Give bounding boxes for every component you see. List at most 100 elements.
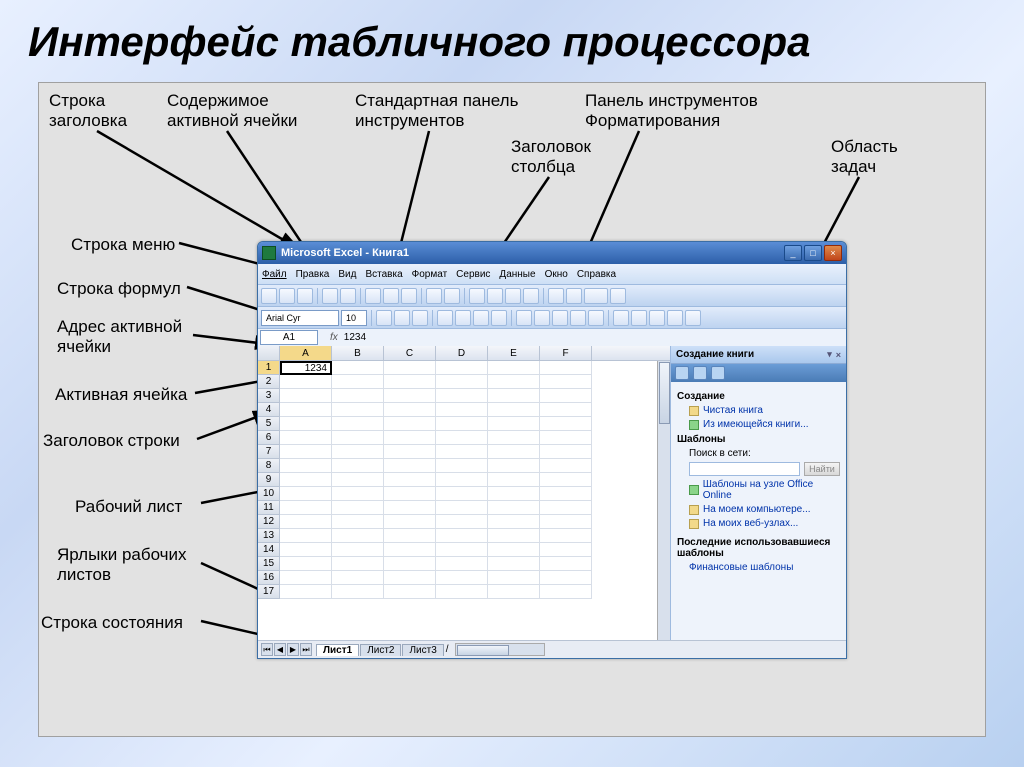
cell[interactable]	[436, 431, 488, 445]
font-color-icon[interactable]	[685, 310, 701, 326]
cell[interactable]	[280, 487, 332, 501]
cell[interactable]	[540, 431, 592, 445]
row-header[interactable]: 14	[258, 543, 280, 557]
cell[interactable]	[488, 501, 540, 515]
font-name-box[interactable]: Arial Cyr	[261, 310, 339, 326]
row-header[interactable]: 8	[258, 459, 280, 473]
tp-link-on-computer[interactable]: На моем компьютере...	[689, 504, 840, 515]
row-header[interactable]: 16	[258, 571, 280, 585]
vertical-scrollbar[interactable]	[657, 361, 670, 640]
cell[interactable]	[332, 403, 384, 417]
cell[interactable]	[540, 515, 592, 529]
cell[interactable]	[488, 571, 540, 585]
inc-decimal-icon[interactable]	[570, 310, 586, 326]
cell[interactable]	[384, 417, 436, 431]
row-header[interactable]: 2	[258, 375, 280, 389]
cell[interactable]	[540, 543, 592, 557]
cell[interactable]	[332, 459, 384, 473]
font-size-box[interactable]: 10	[341, 310, 367, 326]
taskpane-dropdown-icon[interactable]: ▾	[827, 349, 832, 360]
chart-icon[interactable]	[548, 288, 564, 304]
cell[interactable]	[384, 445, 436, 459]
cell[interactable]	[488, 445, 540, 459]
cell[interactable]	[540, 361, 592, 375]
menu-tools[interactable]: Сервис	[456, 269, 490, 280]
tab-last-icon[interactable]: ⏭	[300, 643, 312, 656]
cell[interactable]	[332, 473, 384, 487]
task-pane-header[interactable]: Создание книги ▾ ×	[671, 346, 846, 364]
tp-search-input[interactable]	[689, 462, 800, 476]
cell[interactable]	[332, 529, 384, 543]
percent-icon[interactable]	[534, 310, 550, 326]
cell[interactable]	[436, 445, 488, 459]
new-icon[interactable]	[261, 288, 277, 304]
cell[interactable]	[280, 501, 332, 515]
cell[interactable]	[384, 459, 436, 473]
cell[interactable]	[384, 515, 436, 529]
sheet-tab-1[interactable]: Лист1	[316, 644, 359, 656]
underline-icon[interactable]	[412, 310, 428, 326]
undo-icon[interactable]	[426, 288, 442, 304]
cell[interactable]	[488, 543, 540, 557]
inc-indent-icon[interactable]	[631, 310, 647, 326]
row-header[interactable]: 4	[258, 403, 280, 417]
title-bar[interactable]: Microsoft Excel - Книга1 _ □ ×	[258, 242, 846, 264]
sort-desc-icon[interactable]	[523, 288, 539, 304]
cell[interactable]	[540, 585, 592, 599]
cell[interactable]	[436, 389, 488, 403]
copy-icon[interactable]	[383, 288, 399, 304]
menu-view[interactable]: Вид	[338, 269, 356, 280]
cell[interactable]	[280, 403, 332, 417]
cell[interactable]	[332, 389, 384, 403]
nav-back-icon[interactable]	[675, 366, 689, 380]
cell[interactable]	[280, 445, 332, 459]
cell[interactable]	[436, 361, 488, 375]
cell[interactable]	[280, 431, 332, 445]
cell[interactable]	[332, 543, 384, 557]
cell[interactable]	[436, 403, 488, 417]
cell[interactable]	[384, 585, 436, 599]
cell[interactable]	[280, 375, 332, 389]
cell[interactable]	[488, 361, 540, 375]
cell[interactable]	[488, 487, 540, 501]
menu-insert[interactable]: Вставка	[365, 269, 402, 280]
column-header-e[interactable]: E	[488, 346, 540, 360]
row-header[interactable]: 12	[258, 515, 280, 529]
cell[interactable]	[436, 417, 488, 431]
cell[interactable]	[436, 515, 488, 529]
cell[interactable]	[280, 585, 332, 599]
cell[interactable]	[436, 543, 488, 557]
column-header-a[interactable]: A	[280, 346, 332, 360]
cell[interactable]	[488, 403, 540, 417]
cell[interactable]	[436, 375, 488, 389]
horizontal-scrollbar[interactable]	[455, 643, 545, 656]
tp-link-on-web[interactable]: На моих веб-узлах...	[689, 518, 840, 529]
align-center-icon[interactable]	[455, 310, 471, 326]
cell[interactable]	[488, 473, 540, 487]
cell[interactable]	[332, 515, 384, 529]
taskpane-close-icon[interactable]: ×	[836, 350, 841, 360]
cell[interactable]	[384, 487, 436, 501]
cell[interactable]	[280, 459, 332, 473]
borders-icon[interactable]	[649, 310, 665, 326]
cell[interactable]	[540, 529, 592, 543]
tp-link-office-online[interactable]: Шаблоны на узле Office Online	[689, 479, 840, 501]
row-header[interactable]: 1	[258, 361, 280, 375]
cell[interactable]	[540, 487, 592, 501]
nav-home-icon[interactable]	[711, 366, 725, 380]
minimize-button[interactable]: _	[784, 245, 802, 261]
row-header[interactable]: 11	[258, 501, 280, 515]
cell[interactable]	[540, 445, 592, 459]
tab-first-icon[interactable]: ⏮	[261, 643, 273, 656]
cell[interactable]	[488, 375, 540, 389]
print-icon[interactable]	[322, 288, 338, 304]
open-icon[interactable]	[279, 288, 295, 304]
menu-bar[interactable]: Файл Правка Вид Вставка Формат Сервис Да…	[258, 264, 846, 284]
sum-icon[interactable]	[487, 288, 503, 304]
tp-link-from-existing[interactable]: Из имеющейся книги...	[689, 419, 840, 430]
bold-icon[interactable]	[376, 310, 392, 326]
cell[interactable]	[436, 473, 488, 487]
cell[interactable]	[488, 417, 540, 431]
cell[interactable]	[332, 501, 384, 515]
comma-icon[interactable]	[552, 310, 568, 326]
